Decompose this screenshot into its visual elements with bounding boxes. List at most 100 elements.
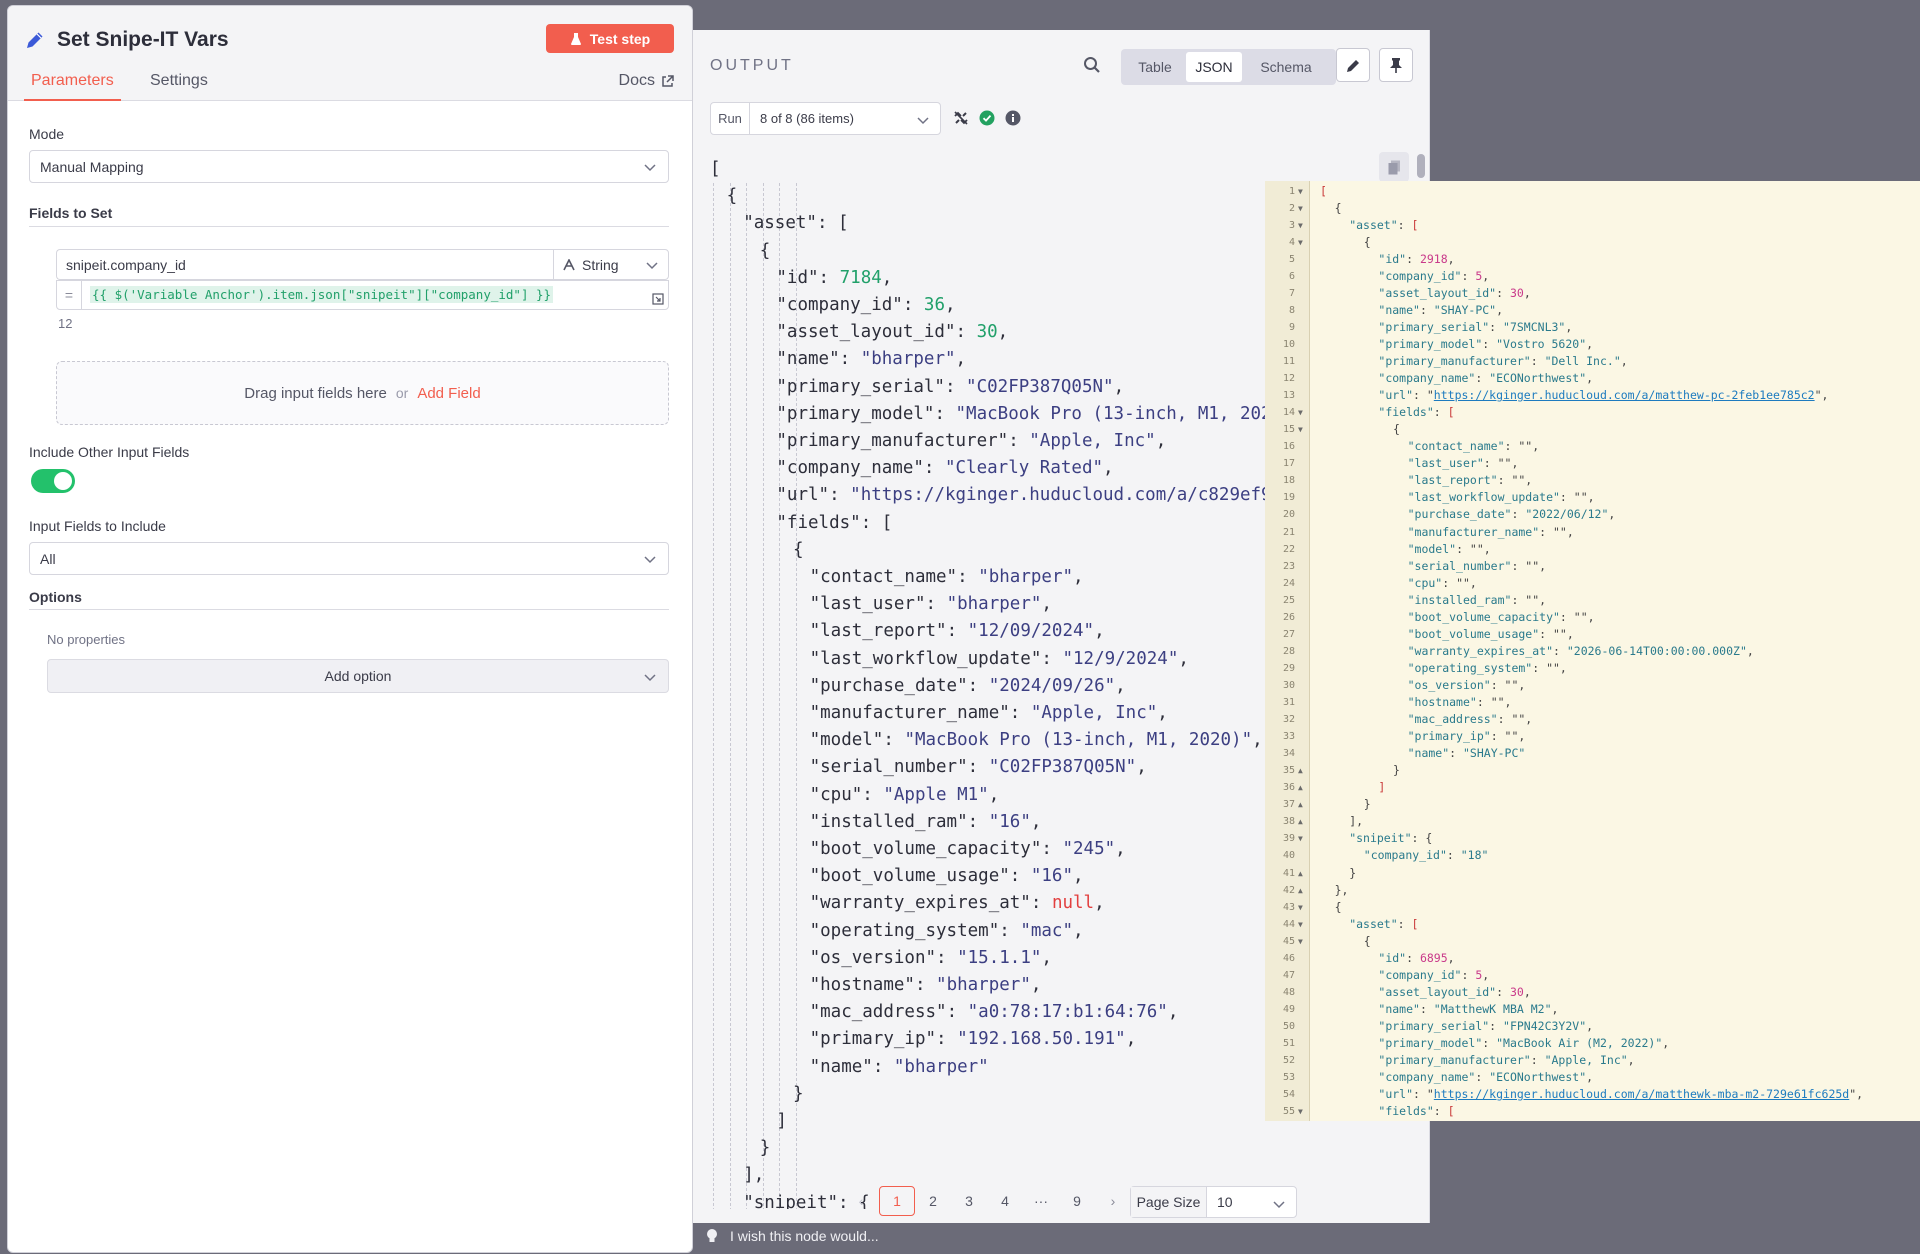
json-key: "warranty_expires_at": [809, 893, 1031, 914]
json-token: "7SMCNL3": [1503, 319, 1566, 334]
include-other-toggle[interactable]: [31, 469, 75, 493]
fold-collapse-icon[interactable]: ▼: [1298, 404, 1308, 421]
json-line: "boot_volume_capacity": "245",: [810, 836, 1126, 863]
json-key: "snipeit": [743, 1192, 839, 1209]
fold-expand-icon[interactable]: ▲: [1298, 865, 1308, 882]
input-fields-select[interactable]: All: [29, 542, 669, 575]
add-field-link[interactable]: Add Field: [417, 385, 480, 402]
fold-collapse-icon[interactable]: ▼: [1298, 200, 1308, 217]
line-number: 50: [1282, 1020, 1295, 1032]
json-key: "name": [809, 1056, 873, 1077]
expand-icon[interactable]: [652, 293, 664, 305]
tab-parameters[interactable]: Parameters: [24, 72, 121, 101]
json-token: {: [1363, 933, 1371, 948]
json-punct: :: [914, 975, 937, 995]
json-value: "16": [988, 811, 1031, 832]
mode-select[interactable]: Manual Mapping: [29, 150, 669, 183]
docs-label: Docs: [618, 72, 655, 89]
json-punct: ,: [1155, 431, 1167, 451]
pin-output-button[interactable]: [1379, 48, 1413, 82]
fold-expand-icon[interactable]: ▲: [1298, 882, 1308, 899]
line-number: 32: [1282, 714, 1295, 726]
line-number: 14: [1282, 407, 1295, 419]
code-line: 33 "primary_ip": "",: [1265, 728, 1920, 745]
add-option-button[interactable]: Add option: [47, 659, 669, 693]
json-key: "purchase_date": [809, 675, 968, 696]
tab-settings[interactable]: Settings: [150, 72, 208, 99]
page-button[interactable]: 9: [1059, 1186, 1095, 1216]
search-icon[interactable]: [1083, 56, 1101, 74]
code-line: 51 "primary_model": "MacBook Air (M2, 202…: [1265, 1035, 1920, 1052]
info-icon[interactable]: [1005, 110, 1021, 126]
code-text: "fields": [: [1378, 404, 1454, 421]
json-punct: ,: [955, 349, 967, 370]
line-number: 9: [1288, 321, 1295, 333]
page-ellipsis[interactable]: ···: [1023, 1186, 1059, 1216]
json-token: },: [1334, 882, 1349, 897]
next-page-button[interactable]: ›: [1095, 1186, 1131, 1216]
json-line: "warranty_expires_at": null,: [810, 890, 1105, 917]
view-json-button[interactable]: JSON: [1186, 52, 1242, 82]
json-line: "company_name": "Clearly Rated",: [776, 455, 1113, 482]
url-link[interactable]: https://kginger.huducloud.com/a/matthew-…: [1434, 388, 1815, 402]
field-type-select[interactable]: String: [553, 249, 669, 280]
json-token: :: [1482, 1036, 1497, 1050]
json-line: ],: [743, 1162, 764, 1189]
page-size-select[interactable]: Page Size 10: [1130, 1186, 1297, 1218]
code-text: "contact_name": "",: [1408, 438, 1540, 455]
code-text: "company_id": "18": [1364, 847, 1489, 864]
test-step-button[interactable]: Test step: [546, 24, 674, 53]
fold-collapse-icon[interactable]: ▼: [1298, 217, 1308, 234]
json-punct: ,: [1115, 839, 1126, 859]
field-value-input[interactable]: = {{ $('Variable Anchor').item.json["sni…: [56, 280, 669, 310]
fold-expand-icon[interactable]: ▲: [1298, 779, 1308, 796]
json-line: "primary_manufacturer": "Apple, Inc",: [776, 428, 1166, 455]
json-token: [: [1320, 183, 1327, 198]
fold-expand-icon[interactable]: ▲: [1298, 813, 1308, 830]
edit-output-button[interactable]: [1336, 48, 1370, 82]
code-text: "name": "SHAY-PC": [1408, 745, 1526, 762]
fold-collapse-icon[interactable]: ▼: [1298, 916, 1308, 933]
json-key: "id": [776, 267, 819, 288]
feedback-prompt[interactable]: I wish this node would...: [706, 1228, 879, 1244]
json-token: "ECONorthwest": [1489, 1070, 1587, 1085]
json-punct: ,: [1157, 703, 1168, 723]
field-name-input[interactable]: snipeit.company_id: [56, 249, 553, 280]
fold-expand-icon[interactable]: ▲: [1298, 762, 1308, 779]
page-button[interactable]: 3: [951, 1186, 987, 1216]
json-key: "id": [1378, 950, 1407, 965]
prev-page-button[interactable]: ‹: [843, 1186, 879, 1216]
code-line: 53 "company_name": "ECONorthwest",: [1265, 1069, 1920, 1086]
parameters-panel: Set Snipe-IT Vars Test step Parameters S…: [7, 5, 693, 1253]
json-punct: {: [759, 240, 771, 261]
run-select[interactable]: Run 8 of 8 (86 items): [710, 102, 941, 135]
url-link[interactable]: https://kginger.huducloud.com/a/matthewk…: [1434, 1087, 1849, 1101]
fold-collapse-icon[interactable]: ▼: [1298, 830, 1308, 847]
code-line: 40 "company_id": "18": [1265, 847, 1920, 864]
docs-link[interactable]: Docs: [619, 72, 674, 90]
drop-zone[interactable]: Drag input fields here or Add Field: [56, 361, 669, 425]
json-punct: ,: [1167, 1002, 1179, 1023]
scrollbar-thumb[interactable]: [1417, 154, 1425, 178]
fold-collapse-icon[interactable]: ▼: [1298, 899, 1308, 916]
fold-collapse-icon[interactable]: ▼: [1298, 183, 1308, 200]
unlink-icon[interactable]: [953, 110, 969, 126]
fold-collapse-icon[interactable]: ▼: [1298, 1103, 1308, 1120]
view-table-button[interactable]: Table: [1124, 52, 1186, 82]
json-punct: :: [1008, 431, 1030, 451]
view-schema-button[interactable]: Schema: [1242, 52, 1330, 82]
fold-collapse-icon[interactable]: ▼: [1298, 421, 1308, 438]
code-text: "mac_address": "",: [1408, 711, 1533, 728]
code-text: "url": "https://kginger.huducloud.com/a/…: [1378, 387, 1828, 404]
json-key: "os_version": [809, 947, 937, 968]
json-line: }: [793, 1081, 804, 1108]
json-punct: {: [793, 539, 804, 560]
page-button[interactable]: 2: [915, 1186, 951, 1216]
line-number: 27: [1282, 628, 1295, 640]
fold-collapse-icon[interactable]: ▼: [1298, 234, 1308, 251]
fold-collapse-icon[interactable]: ▼: [1298, 933, 1308, 950]
page-button[interactable]: 1: [879, 1186, 915, 1216]
fold-expand-icon[interactable]: ▲: [1298, 796, 1308, 813]
page-button[interactable]: 4: [987, 1186, 1023, 1216]
json-value: "Apple M1": [883, 784, 989, 805]
